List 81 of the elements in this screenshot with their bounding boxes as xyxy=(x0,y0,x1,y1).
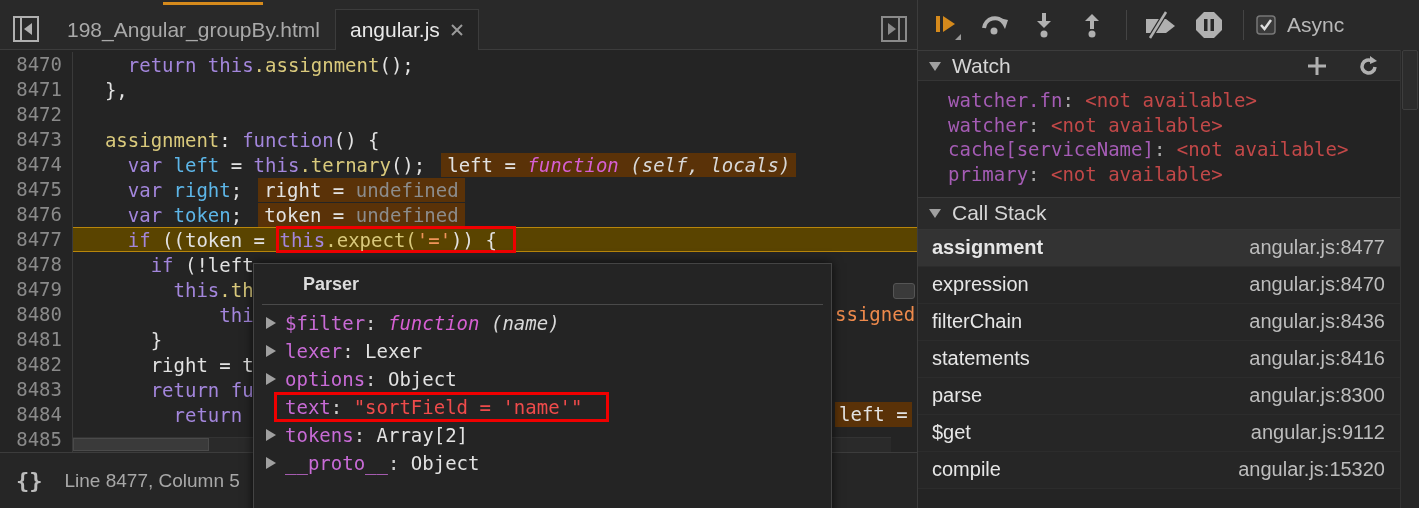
expand-triangle-icon[interactable] xyxy=(264,344,278,358)
object-property: lexer: Lexer xyxy=(284,339,424,364)
section-title: Watch xyxy=(952,53,1012,78)
line-number: 8470 xyxy=(0,52,73,77)
frame-location[interactable]: angular.js:8416 xyxy=(1249,347,1385,371)
frame-location[interactable]: angular.js:8436 xyxy=(1249,310,1385,334)
function-name: filterChain xyxy=(932,310,1023,334)
frame-location[interactable]: angular.js:15320 xyxy=(1238,458,1385,482)
section-header[interactable]: Call Stack xyxy=(918,197,1401,230)
code-line: if (!left xyxy=(149,252,254,277)
async-checkbox[interactable] xyxy=(1256,15,1276,35)
line-number: 8479 xyxy=(0,277,73,302)
code-line: var token; xyxy=(126,202,243,227)
code-fragment: ssigned xyxy=(835,302,916,327)
section-title: Call Stack xyxy=(952,201,1048,226)
section-header[interactable]: Watch xyxy=(918,51,1401,81)
line-number: 8483 xyxy=(0,377,73,402)
vertical-scrollbar[interactable] xyxy=(1400,50,1419,508)
expand-triangle-icon[interactable] xyxy=(264,428,278,442)
sidebar-toggle-icon[interactable] xyxy=(13,16,39,42)
line-number: 8482 xyxy=(0,352,73,377)
code-line: right = t xyxy=(149,352,254,377)
inline-value: left = xyxy=(835,402,912,427)
object-property: options: Object xyxy=(284,367,458,392)
refresh-icon[interactable] xyxy=(1359,54,1379,77)
inline-value: token = undefined xyxy=(258,202,465,227)
overview-marker xyxy=(893,283,915,299)
line-number: 8472 xyxy=(0,102,73,127)
call-frame[interactable]: assignment angular.js:8477 xyxy=(918,229,1401,267)
function-name: expression xyxy=(932,273,1029,297)
function-name: $get xyxy=(932,421,971,445)
code-line: thi xyxy=(218,302,254,327)
line-number: 8473 xyxy=(0,127,73,152)
line-number: 8478 xyxy=(0,252,73,277)
pretty-print-button[interactable]: {} xyxy=(16,468,43,493)
line-number: 8475 xyxy=(0,177,73,202)
object-property: $filter: function (name) xyxy=(284,311,561,336)
line-number: 8480 xyxy=(0,302,73,327)
code-line: assignment: function() { xyxy=(103,127,380,152)
frame-location[interactable]: angular.js:8477 xyxy=(1249,236,1385,260)
expand-triangle-icon[interactable] xyxy=(264,316,278,330)
function-name: assignment xyxy=(932,236,1044,260)
code-line: } xyxy=(149,327,163,352)
cursor-position: Line 8477, Column 5 xyxy=(64,469,240,492)
line-number: 8484 xyxy=(0,402,73,427)
inline-value: right = undefined xyxy=(258,177,465,202)
popover-title: Parser xyxy=(303,273,360,295)
code-line: return xyxy=(172,402,243,427)
add-icon[interactable] xyxy=(1307,55,1327,76)
code-line: var right; xyxy=(126,177,243,202)
watch-expression: cache[serviceName]: <not available> xyxy=(948,137,1350,163)
watch-expression: primary: <not available> xyxy=(948,162,1224,187)
code-line: return this.assignment(); xyxy=(126,52,414,77)
expand-triangle-icon[interactable] xyxy=(264,372,278,386)
line-number: 8474 xyxy=(0,152,73,177)
panel-toggle-icon[interactable] xyxy=(881,16,907,42)
file-tab[interactable]: 198_Angular_groupBy.html xyxy=(52,9,335,50)
function-name: statements xyxy=(932,347,1030,371)
code-line: this.th xyxy=(172,277,254,302)
line-number: 8476 xyxy=(0,202,73,227)
line-number: 8471 xyxy=(0,77,73,102)
code-line: var left = this.ternary(); xyxy=(126,152,426,177)
frame-location[interactable]: angular.js:8470 xyxy=(1249,273,1385,297)
code-line: }, xyxy=(103,77,128,102)
watch-expression: watcher.fn: <not available> xyxy=(948,88,1258,113)
line-number: 8481 xyxy=(0,327,73,352)
frame-location[interactable]: angular.js:9112 xyxy=(1250,421,1385,445)
file-tab[interactable]: angular.js xyxy=(334,9,479,50)
code-line: return fu xyxy=(149,377,254,402)
object-property: tokens: Array[2] xyxy=(284,423,470,448)
expand-triangle-icon[interactable] xyxy=(264,456,278,470)
inline-value: left = function (self, locals) xyxy=(441,152,797,177)
close-icon[interactable] xyxy=(449,23,464,37)
checkbox-label: Async xyxy=(1287,13,1345,37)
function-name: compile xyxy=(932,458,1001,482)
pause-icon[interactable] xyxy=(1195,11,1223,39)
frame-location[interactable]: angular.js:8300 xyxy=(1249,384,1385,408)
object-property: __proto__: Object xyxy=(284,451,481,477)
object-property: text: "sortField = 'name'" xyxy=(274,392,610,422)
watch-expression: watcher: <not available> xyxy=(948,112,1224,138)
function-name: parse xyxy=(932,384,983,408)
